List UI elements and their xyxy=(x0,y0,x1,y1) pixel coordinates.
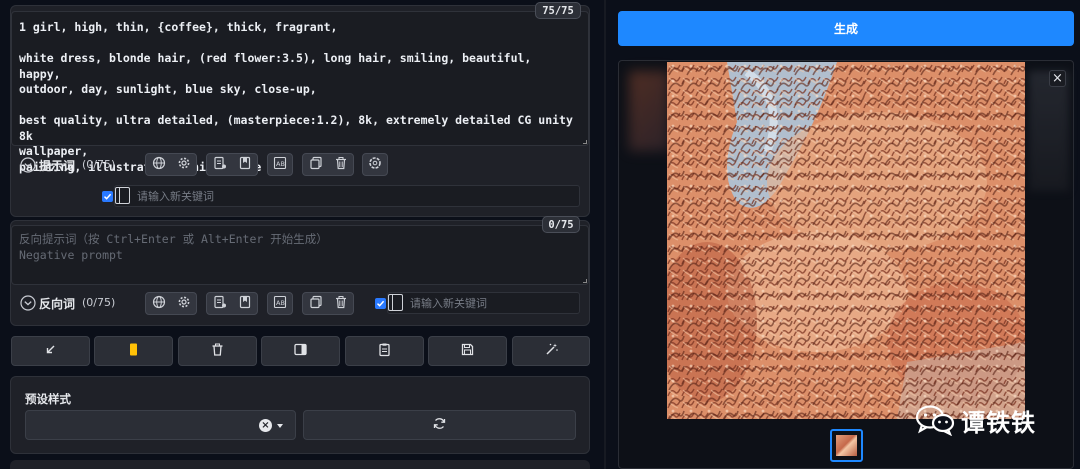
text-line: best quality, ultra detailed, (masterpie… xyxy=(19,113,580,143)
generated-image[interactable] xyxy=(667,62,1025,419)
trash-icon[interactable] xyxy=(334,294,348,313)
restore-last-button[interactable] xyxy=(11,336,90,366)
apply-style-button[interactable] xyxy=(345,336,424,366)
magic-prompt-button[interactable] xyxy=(512,336,590,366)
trash-icon xyxy=(210,342,225,361)
wechat-icon xyxy=(915,405,955,436)
blurred-background xyxy=(629,71,669,151)
prompt-text: 1 girl, high, thin, {coffee}, thick, fra… xyxy=(19,20,579,175)
translate-button[interactable]: AB xyxy=(267,153,293,176)
gear-icon[interactable] xyxy=(177,294,191,313)
globe-icon[interactable] xyxy=(152,155,166,174)
globe-icon[interactable] xyxy=(152,294,166,313)
chevron-circle-icon xyxy=(20,157,36,173)
dropdown-arrow-icon[interactable] xyxy=(277,424,283,428)
text-line: white dress, blonde hair, (red flower:3.… xyxy=(19,51,539,81)
save-icon xyxy=(460,342,475,361)
prompt-tool-group-1 xyxy=(145,153,197,176)
trash-icon[interactable] xyxy=(334,155,348,174)
resize-handle-icon[interactable] xyxy=(583,279,587,283)
translate-icon: AB xyxy=(273,294,287,313)
blurred-background xyxy=(1029,71,1069,191)
check-icon xyxy=(376,300,385,307)
save-style-button[interactable] xyxy=(428,336,507,366)
negative-count: (0/75) xyxy=(82,296,116,309)
generate-button[interactable]: 生成 xyxy=(618,11,1074,46)
text-line xyxy=(19,98,579,114)
negative-keyword-input[interactable]: 请输入新关键词 xyxy=(387,292,580,314)
negative-toggle[interactable]: 反向词 xyxy=(20,293,75,313)
translate-icon: AB xyxy=(273,155,287,174)
extra-networks-button[interactable] xyxy=(261,336,340,366)
negative-textarea[interactable]: 反向提示词（按 Ctrl+Enter 或 Alt+Enter 开始生成） Nega… xyxy=(11,225,589,285)
magic-wand-icon xyxy=(544,342,559,361)
negative-tool-group-1 xyxy=(145,292,197,315)
list-edit-icon[interactable] xyxy=(213,155,227,174)
check-icon xyxy=(103,193,112,200)
wechat-watermark: 谭铁铁 xyxy=(915,400,1036,440)
text-line: 1 girl, high, thin, {coffee}, thick, fra… xyxy=(19,20,338,34)
chevron-circle-icon xyxy=(20,295,36,311)
prompt-textarea[interactable]: 1 girl, high, thin, {coffee}, thick, fra… xyxy=(11,11,589,174)
text-line: Negative prompt xyxy=(19,247,123,262)
prompt-label: 提示词 xyxy=(39,158,76,173)
book-icon[interactable] xyxy=(388,294,403,311)
preset-select[interactable]: × xyxy=(25,410,296,440)
negative-keyword-placeholder: 请输入新关键词 xyxy=(410,297,487,310)
openai-icon xyxy=(368,155,382,174)
translate-button[interactable]: AB xyxy=(267,292,293,315)
painting-artwork xyxy=(667,62,1025,419)
clear-prompt-button[interactable] xyxy=(178,336,257,366)
text-line: outdoor, day, sunlight, blue sky, close-… xyxy=(19,82,317,96)
prompt-tool-group-3 xyxy=(302,153,354,176)
negative-tool-group-3 xyxy=(302,292,354,315)
prompt-keyword-placeholder: 请输入新关键词 xyxy=(137,190,214,203)
prompt-keyword-input[interactable]: 请输入新关键词 xyxy=(114,185,580,207)
preset-label: 预设样式 xyxy=(25,392,71,406)
text-line xyxy=(19,36,579,52)
copy-icon[interactable] xyxy=(309,155,323,174)
book-icon[interactable] xyxy=(115,187,130,204)
clear-selection-icon[interactable]: × xyxy=(259,419,272,432)
clipboard-icon xyxy=(377,342,392,361)
openai-button[interactable] xyxy=(362,153,388,176)
prompt-tool-group-2 xyxy=(206,153,258,176)
text-line: 反向提示词（按 Ctrl+Enter 或 Alt+Enter 开始生成） xyxy=(19,232,328,246)
svg-text:AB: AB xyxy=(276,160,285,168)
negative-token-counter: 0/75 xyxy=(542,216,580,233)
panel-icon xyxy=(293,342,308,361)
prompt-toggle[interactable]: 提示词 xyxy=(20,155,75,175)
negative-keyword-checkbox[interactable] xyxy=(375,298,386,309)
svg-text:AB: AB xyxy=(276,299,285,307)
refresh-icon xyxy=(432,416,447,435)
gear-icon[interactable] xyxy=(177,155,191,174)
refresh-styles-button[interactable] xyxy=(303,410,576,440)
prompt-keyword-checkbox[interactable] xyxy=(102,191,113,202)
yellow-bar-icon xyxy=(126,342,141,361)
negative-placeholder: 反向提示词（按 Ctrl+Enter 或 Alt+Enter 开始生成） Nega… xyxy=(19,232,579,263)
copy-icon[interactable] xyxy=(309,294,323,313)
negative-tool-group-2 xyxy=(206,292,258,315)
watermark-text: 谭铁铁 xyxy=(961,408,1036,437)
bookmark-icon[interactable] xyxy=(238,294,252,313)
bottom-panel-edge xyxy=(10,460,590,469)
column-divider xyxy=(604,0,606,469)
prompt-token-counter: 75/75 xyxy=(535,2,581,19)
gallery-thumbnail[interactable] xyxy=(830,429,863,462)
bookmark-icon[interactable] xyxy=(238,155,252,174)
resize-handle-icon[interactable] xyxy=(583,140,587,144)
read-params-button[interactable] xyxy=(94,336,173,366)
negative-label: 反向词 xyxy=(39,296,76,311)
arrow-down-left-icon xyxy=(43,342,58,361)
list-edit-icon[interactable] xyxy=(213,294,227,313)
close-icon[interactable]: × xyxy=(1049,70,1066,87)
prompt-count: (0/75) xyxy=(82,158,116,171)
